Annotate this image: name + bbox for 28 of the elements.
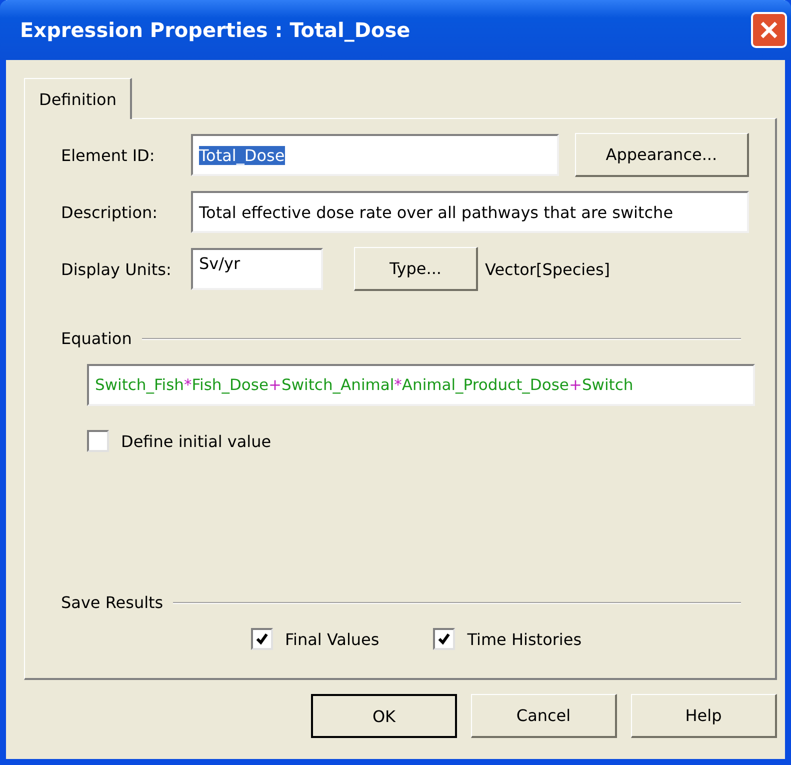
field-label: Element ID: bbox=[61, 146, 156, 164]
checkbox-label: Time Histories bbox=[467, 630, 582, 648]
input-field[interactable]: Total effective dose rate over all pathways that are switche bbox=[191, 191, 749, 233]
dialog-button[interactable]: Cancel bbox=[471, 694, 617, 738]
field-value: Total_Dose bbox=[199, 146, 285, 164]
type-button[interactable]: Type... bbox=[354, 247, 478, 291]
section-heading: Save Results bbox=[61, 593, 164, 612]
check-icon bbox=[255, 632, 269, 646]
input-field[interactable]: Sv/yr bbox=[191, 248, 323, 290]
window-title: Expression Properties : Total_Dose bbox=[20, 18, 410, 42]
appearance-button[interactable]: Appearance... bbox=[574, 133, 749, 177]
close-button[interactable] bbox=[751, 12, 787, 48]
checkbox[interactable]: Define initial value bbox=[87, 430, 749, 452]
dialog-button[interactable]: Help bbox=[631, 694, 777, 738]
field-label: Description: bbox=[61, 202, 159, 222]
close-icon bbox=[758, 19, 780, 41]
checkbox[interactable]: Final Values bbox=[251, 628, 380, 650]
tab[interactable]: Definition bbox=[24, 78, 132, 119]
checkbox-label: Define initial value bbox=[121, 432, 272, 450]
checkbox[interactable]: Time Histories bbox=[433, 628, 582, 650]
dialog-button[interactable]: OK bbox=[311, 694, 457, 738]
checkbox-label: Final Values bbox=[285, 630, 380, 648]
type-value: Vector[Species] bbox=[485, 260, 610, 278]
section-heading: Equation bbox=[61, 329, 132, 348]
field-label: Display Units: bbox=[61, 260, 172, 278]
check-icon bbox=[437, 632, 452, 646]
equation-field[interactable]: Switch_Fish*Fish_Dose+Switch_Animal*Animal_Product_Dose+Switch bbox=[87, 364, 755, 406]
input-field[interactable]: Total_Dose bbox=[191, 134, 559, 176]
